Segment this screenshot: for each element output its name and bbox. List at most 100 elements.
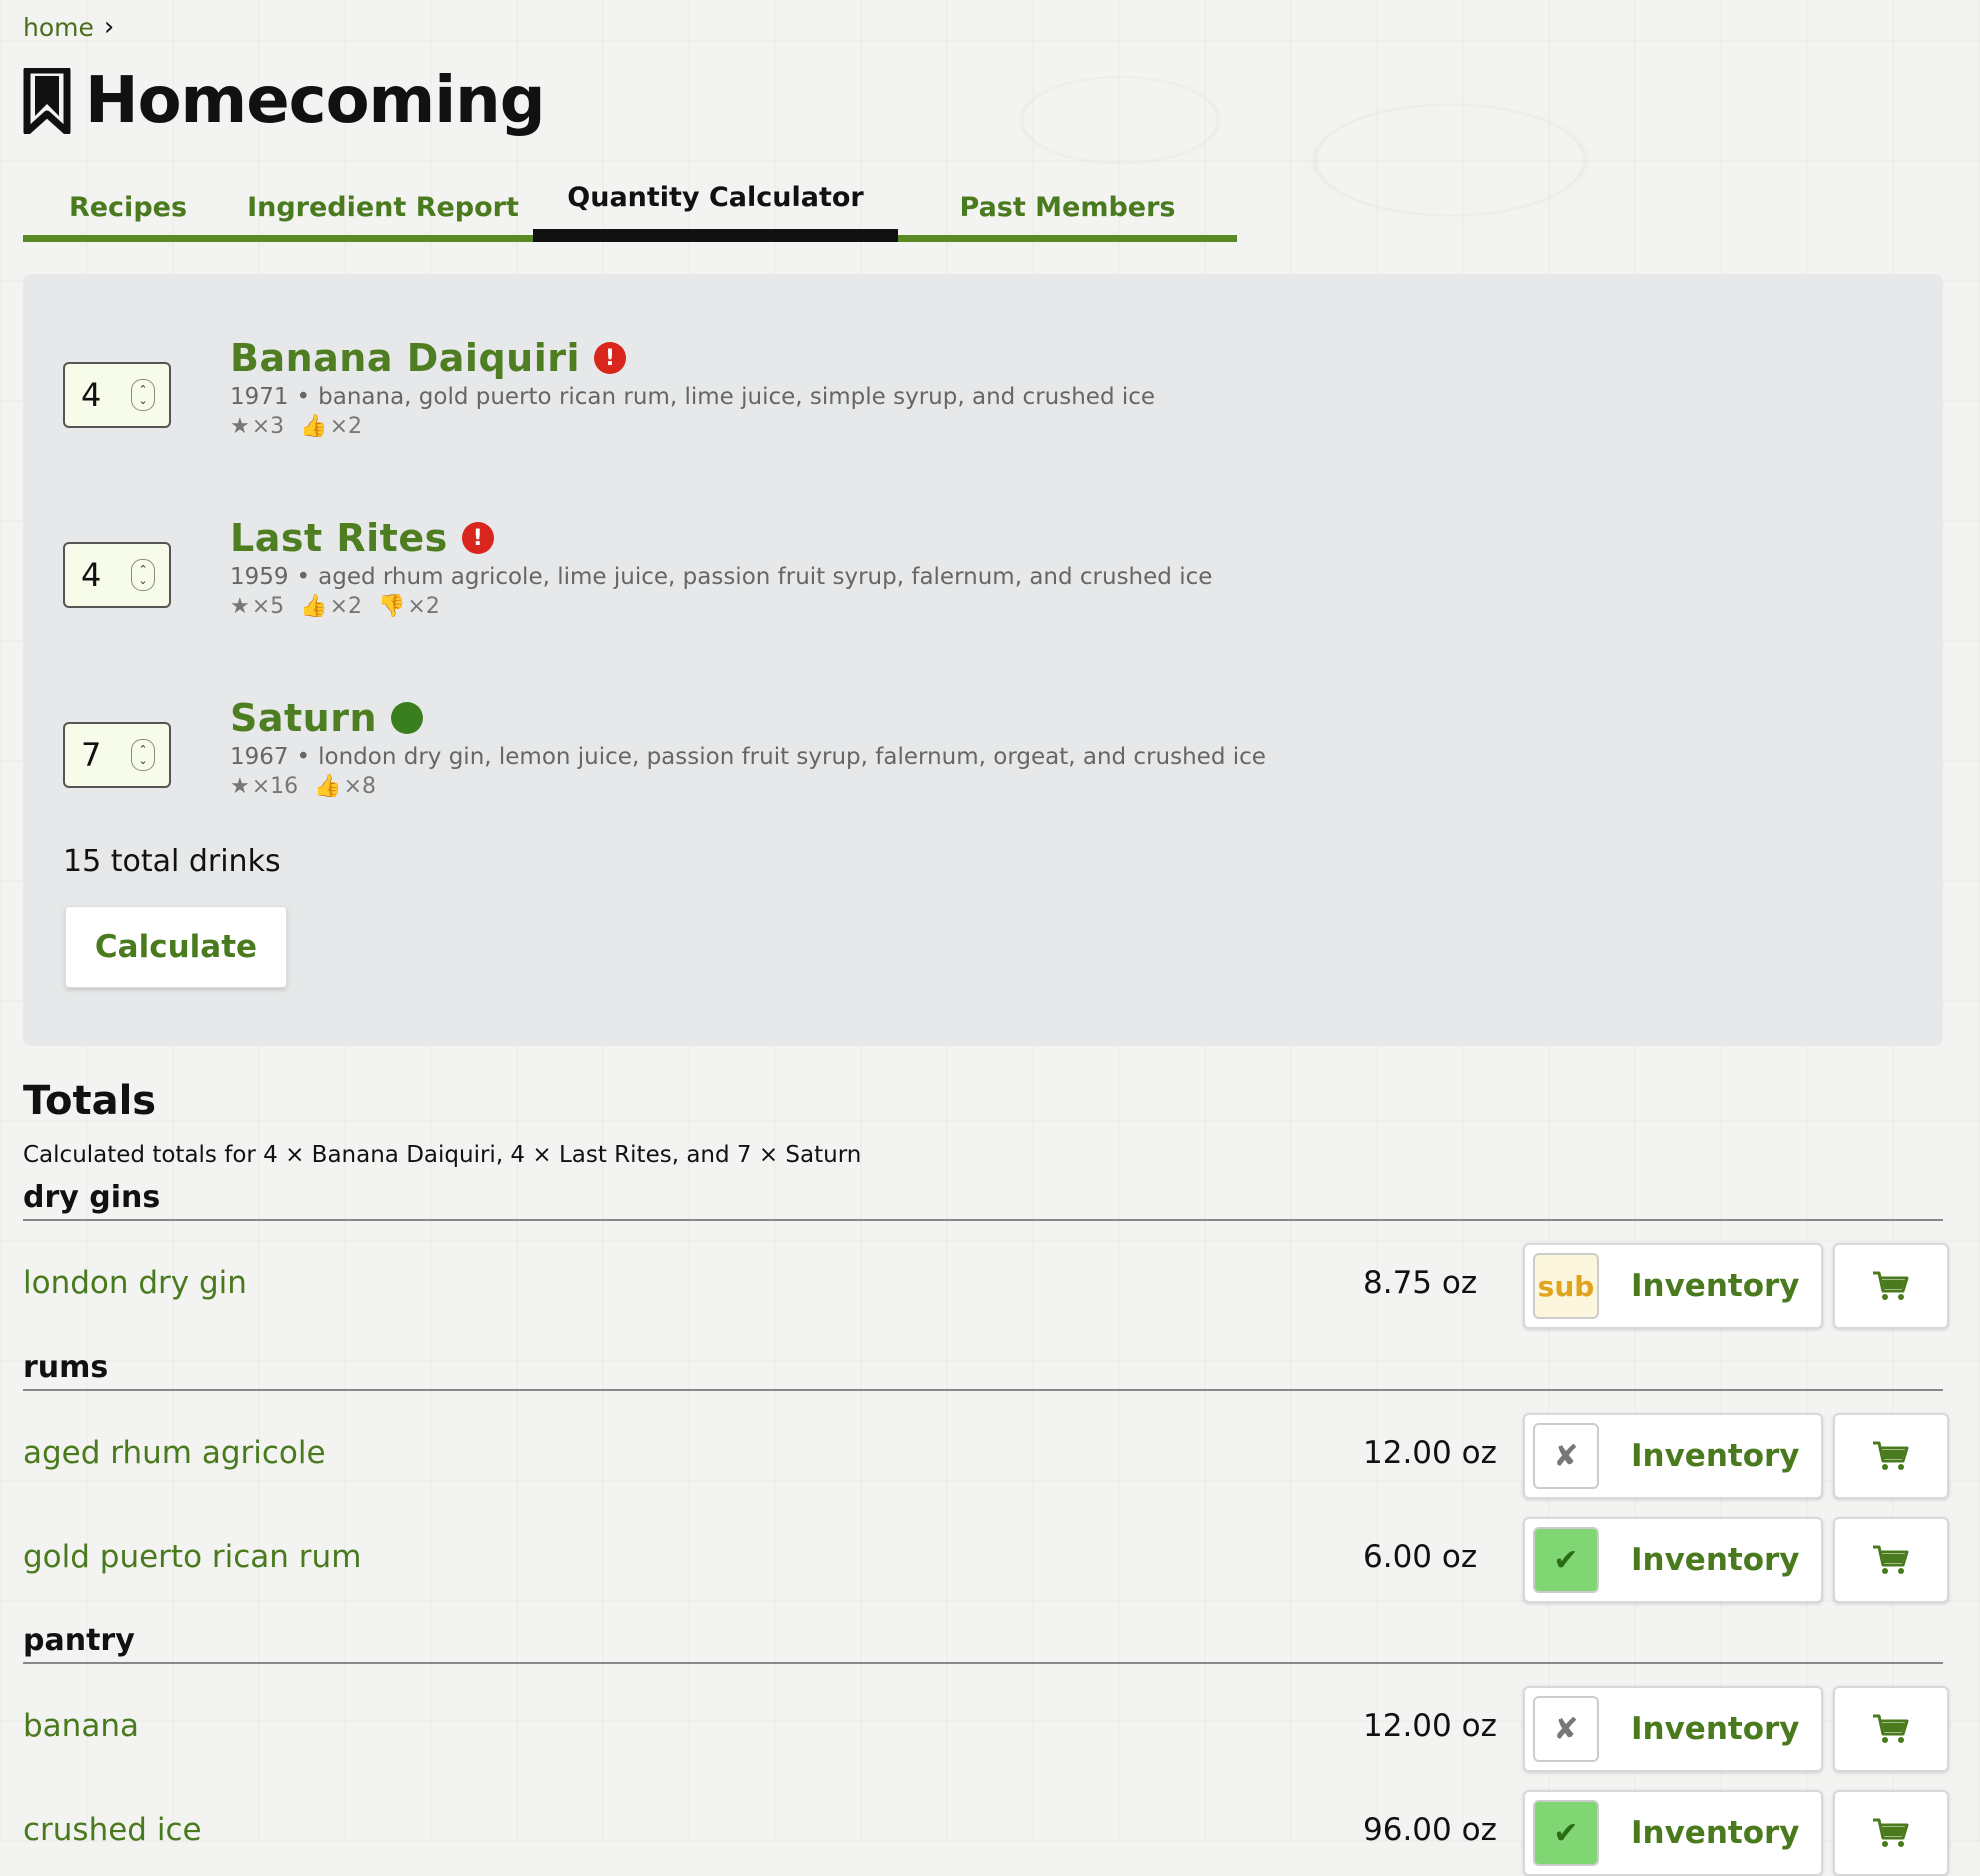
category-heading: pantry: [23, 1623, 1943, 1664]
inventory-label: Inventory: [1631, 1438, 1800, 1474]
quantity-value[interactable]: 4: [81, 376, 121, 414]
calculator-panel: 4 ⌃ ⌄ Banana Daiquiri ! 1971 • banana, gold…: [23, 274, 1943, 1046]
totals-subtitle: Calculated totals for 4 × Banana Daiquir…: [23, 1142, 862, 1168]
ingredient-row: crushed ice 96.00 oz ✔ Inventory: [23, 1790, 1953, 1876]
star-count: ×3: [251, 414, 285, 439]
tab-quantity-calculator[interactable]: Quantity Calculator: [533, 180, 898, 242]
star-icon: ★: [230, 414, 250, 439]
stepper-icon[interactable]: ⌃ ⌄: [131, 559, 155, 591]
ingredient-row: aged rhum agricole 12.00 oz ✘ Inventory: [23, 1413, 1953, 1499]
thumbs-up-count: ×2: [329, 594, 363, 619]
inventory-button[interactable]: ✔ Inventory: [1523, 1517, 1823, 1603]
title-row: Homecoming: [23, 64, 546, 138]
chevron-right-icon: ›: [103, 12, 115, 42]
thumbs-up-icon: 👍: [300, 594, 328, 619]
quantity-stepper[interactable]: 4 ⌃ ⌄: [63, 542, 171, 608]
not-stocked-x-icon: ✘: [1533, 1423, 1599, 1489]
star-icon: ★: [230, 774, 250, 799]
star-count: ×5: [251, 594, 285, 619]
recipe-name-link[interactable]: Saturn: [230, 696, 377, 740]
add-to-cart-button[interactable]: [1833, 1790, 1949, 1876]
ingredient-name-link[interactable]: london dry gin: [23, 1265, 247, 1301]
recipe-name-link[interactable]: Last Rites: [230, 516, 448, 560]
alert-badge-icon: !: [461, 522, 494, 554]
inventory-label: Inventory: [1631, 1268, 1800, 1304]
recipe-ingredients: banana, gold puerto rican rum, lime juic…: [318, 384, 1156, 410]
tab-recipes[interactable]: Recipes: [23, 180, 233, 242]
ingredient-amount: 6.00 oz: [1363, 1539, 1478, 1575]
in-stock-check-icon: ✔: [1533, 1527, 1599, 1593]
inventory-button[interactable]: sub Inventory: [1523, 1243, 1823, 1329]
recipe-info: Last Rites ! 1959 • aged rhum agricole, li…: [230, 514, 1730, 619]
quantity-stepper[interactable]: 4 ⌃ ⌄: [63, 362, 171, 428]
alert-badge-icon: !: [593, 342, 626, 374]
tab-ingredient-report[interactable]: Ingredient Report: [233, 180, 533, 242]
ingredient-name-link[interactable]: banana: [23, 1708, 139, 1744]
cart-icon: [1873, 1714, 1909, 1743]
recipe-year: 1971: [230, 384, 289, 410]
recipe-ingredients: london dry gin, lemon juice, passion fru…: [318, 744, 1266, 770]
ingredient-amount: 96.00 oz: [1363, 1812, 1497, 1848]
inventory-button[interactable]: ✘ Inventory: [1523, 1686, 1823, 1772]
tab-past-members[interactable]: Past Members: [898, 180, 1237, 242]
quantity-stepper[interactable]: 7 ⌃ ⌄: [63, 722, 171, 788]
recipe-description: 1971 • banana, gold puerto rican rum, lime…: [230, 384, 1156, 410]
cart-icon: [1873, 1545, 1909, 1574]
recipe-stats: ★ ×5 👍 ×2 👎 ×2: [230, 594, 1730, 619]
total-drinks: 15 total drinks: [63, 844, 281, 879]
inventory-label: Inventory: [1631, 1542, 1800, 1578]
cart-icon: [1873, 1818, 1909, 1847]
ingredient-amount: 12.00 oz: [1363, 1435, 1497, 1471]
add-to-cart-button[interactable]: [1833, 1413, 1949, 1499]
ingredient-name-link[interactable]: crushed ice: [23, 1812, 202, 1848]
star-icon: ★: [230, 594, 250, 619]
recipe-description: 1967 • london dry gin, lemon juice, passio…: [230, 744, 1266, 770]
category-heading: rums: [23, 1350, 1943, 1391]
recipe-year: 1967: [230, 744, 289, 770]
recipe-stats: ★ ×3 👍 ×2: [230, 414, 1730, 439]
breadcrumb: home ›: [23, 12, 114, 42]
bookmark-icon: [23, 68, 71, 134]
recipe-stats: ★ ×16 👍 ×8: [230, 774, 1730, 799]
stepper-icon[interactable]: ⌃ ⌄: [131, 379, 155, 411]
inventory-label: Inventory: [1631, 1711, 1800, 1747]
thumbs-up-icon: 👍: [300, 414, 328, 439]
thumbs-down-count: ×2: [407, 594, 440, 619]
recipe-info: Saturn 1967 • london dry gin, lemon juice,…: [230, 694, 1730, 799]
ingredient-row: banana 12.00 oz ✘ Inventory: [23, 1686, 1953, 1772]
thumbs-up-icon: 👍: [314, 774, 342, 799]
ingredient-name-link[interactable]: aged rhum agricole: [23, 1435, 326, 1471]
ingredient-name-link[interactable]: gold puerto rican rum: [23, 1539, 361, 1575]
quantity-value[interactable]: 4: [81, 556, 121, 594]
recipe-description: 1959 • aged rhum agricole, lime juice, pas…: [230, 564, 1213, 590]
page-title: Homecoming: [85, 64, 546, 138]
cart-icon: [1873, 1271, 1909, 1300]
totals-heading: Totals: [23, 1078, 157, 1124]
recipe-name-link[interactable]: Banana Daiquiri: [230, 336, 580, 380]
category-heading: dry gins: [23, 1180, 1943, 1221]
stepper-icon[interactable]: ⌃ ⌄: [131, 739, 155, 771]
quantity-value[interactable]: 7: [81, 736, 121, 774]
recipe-ingredients: aged rhum agricole, lime juice, passion …: [318, 564, 1213, 590]
breadcrumb-home-link[interactable]: home: [23, 13, 94, 42]
inventory-button[interactable]: ✔ Inventory: [1523, 1790, 1823, 1876]
thumbs-up-count: ×2: [329, 414, 363, 439]
ingredient-row: london dry gin 8.75 oz sub Inventory: [23, 1243, 1953, 1329]
in-stock-check-icon: ✔: [1533, 1800, 1599, 1866]
add-to-cart-button[interactable]: [1833, 1686, 1949, 1772]
calculate-button[interactable]: Calculate: [65, 906, 287, 988]
not-stocked-x-icon: ✘: [1533, 1696, 1599, 1762]
thumbs-up-count: ×8: [343, 774, 377, 799]
add-to-cart-button[interactable]: [1833, 1517, 1949, 1603]
ingredient-amount: 12.00 oz: [1363, 1708, 1497, 1744]
inventory-button[interactable]: ✘ Inventory: [1523, 1413, 1823, 1499]
ingredient-amount: 8.75 oz: [1363, 1265, 1478, 1301]
available-badge-icon: [391, 702, 424, 734]
recipe-info: Banana Daiquiri ! 1971 • banana, gold puer…: [230, 334, 1730, 439]
cart-icon: [1873, 1441, 1909, 1470]
add-to-cart-button[interactable]: [1833, 1243, 1949, 1329]
tab-bar: Recipes Ingredient Report Quantity Calcu…: [23, 180, 1237, 242]
thumbs-down-icon: 👎: [378, 594, 406, 619]
substitute-status-icon: sub: [1533, 1253, 1599, 1319]
ingredient-row: gold puerto rican rum 6.00 oz ✔ Inventor…: [23, 1517, 1953, 1603]
